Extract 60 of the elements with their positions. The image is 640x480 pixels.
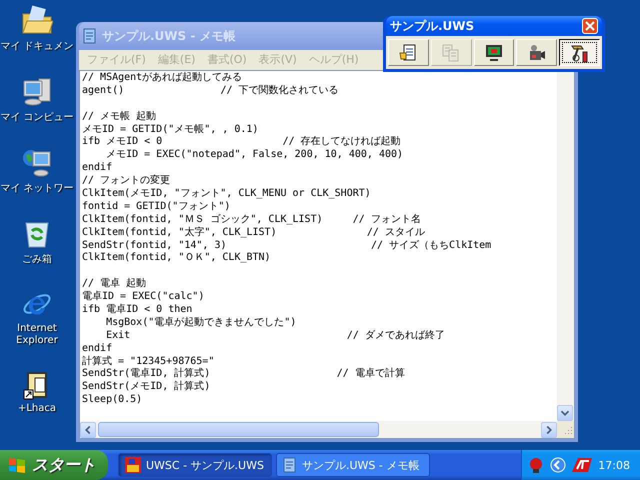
code-line: SendStr(電卓ID, 計算式) // 電卓で計算 xyxy=(82,368,406,380)
code-line: Exit // ダメであれば終了 xyxy=(105,330,446,343)
code-line: ClkItem(メモID, "フォント", CLK_MENU or CLK_SHORT) xyxy=(82,188,372,201)
code-line: // 電卓 起動 xyxy=(82,278,148,290)
code-line: SendStr(fontid, "14", 3) // サイズ（もちClkItem xyxy=(82,240,492,252)
icon-label: +Lhaca xyxy=(18,403,56,414)
horizontal-scrollbar[interactable] xyxy=(80,421,557,438)
code-line: // メモ帳 起動 xyxy=(82,110,158,124)
code-line: 計算式 = "12345+98765=" xyxy=(82,356,216,368)
scroll-right-icon[interactable] xyxy=(541,422,557,438)
menu-item[interactable]: 表示(V) xyxy=(254,52,301,68)
folder-icon[interactable] xyxy=(21,4,53,36)
code-line: // MSAgentがあれば起動してみる xyxy=(82,72,244,85)
icon-label: マイ コンピュー xyxy=(0,111,74,124)
clock[interactable]: 17:08 xyxy=(598,458,630,472)
copy-icon xyxy=(441,42,462,62)
code-line: agent() // 下で関数化されている xyxy=(82,84,340,98)
code-line: MsgBox("電卓が起動できませんでした") xyxy=(105,316,298,330)
windows-logo-icon xyxy=(8,456,26,474)
icon-label: Internet Explorer xyxy=(15,323,59,346)
code-line: SendStr(メモID, 計算式) xyxy=(82,381,212,394)
taskbar-button[interactable]: サンプル.UWS - メモ帳 xyxy=(276,453,430,477)
notepad-icon xyxy=(83,28,97,44)
app-icon xyxy=(125,457,141,473)
notepad-icon xyxy=(283,457,297,473)
code-line: ClkItem(fontid, "太字", CLK_LIST) // スタイル xyxy=(82,226,426,240)
chevron-icon[interactable] xyxy=(550,457,566,473)
code-line: ClkItem(fontid, "ＭＳ ゴシック", CLK_LIST) // フォント名 xyxy=(82,214,422,226)
menu-item[interactable]: 編集(E) xyxy=(154,52,200,68)
close-icon[interactable] xyxy=(582,18,598,34)
vertical-scrollbar[interactable] xyxy=(557,71,574,421)
code-line: fontid = GETID("フォント") xyxy=(82,200,232,214)
monitor-icon xyxy=(484,42,504,62)
code-line: endif xyxy=(82,162,114,176)
icon-label: ごみ箱 xyxy=(22,253,52,266)
code-line: endif xyxy=(82,342,114,356)
document-icon xyxy=(398,42,418,62)
toolbar-button[interactable] xyxy=(559,39,600,66)
code-line: ifb 電卓ID < 0 then xyxy=(82,304,194,316)
icon-label: マイ ドキュメン xyxy=(0,40,74,53)
menu-item[interactable]: ヘルプ(H) xyxy=(304,52,363,68)
code-line: Sleep(0.5) xyxy=(82,394,144,408)
code-line: ClkItem(fontid, "ＯＫ", CLK_BTN) xyxy=(82,252,272,266)
menu-item[interactable]: ファイル(F) xyxy=(83,52,150,68)
taskbar-button[interactable]: UWSC - サンプル.UWS xyxy=(118,453,272,477)
menu-item[interactable]: 書式(O) xyxy=(203,52,251,68)
scroll-left-icon[interactable] xyxy=(80,422,96,438)
code-line: メモID = EXEC("notepad", False, 200, 10, 400, 400) xyxy=(105,149,404,162)
code-line: メモID = GETID("メモ帳", , 0.1) xyxy=(82,124,260,136)
scroll-down-icon[interactable] xyxy=(557,405,573,421)
start-button[interactable]: スタート xyxy=(0,450,108,480)
window-title: サンプル.UWS xyxy=(390,18,474,34)
window-title: サンプル.UWS - メモ帳 xyxy=(102,28,236,44)
resize-grip-icon[interactable] xyxy=(557,421,574,438)
icon-label: マイ ネットワー xyxy=(0,182,74,195)
code-line: ifb メモID < 0 // 存在してなければ起動 xyxy=(82,136,402,149)
ball-icon[interactable] xyxy=(528,456,544,474)
code-line: 電卓ID = EXEC("calc") xyxy=(82,291,206,304)
scroll-thumb[interactable] xyxy=(98,422,379,437)
code-line: // フォントの変更 xyxy=(82,175,172,188)
